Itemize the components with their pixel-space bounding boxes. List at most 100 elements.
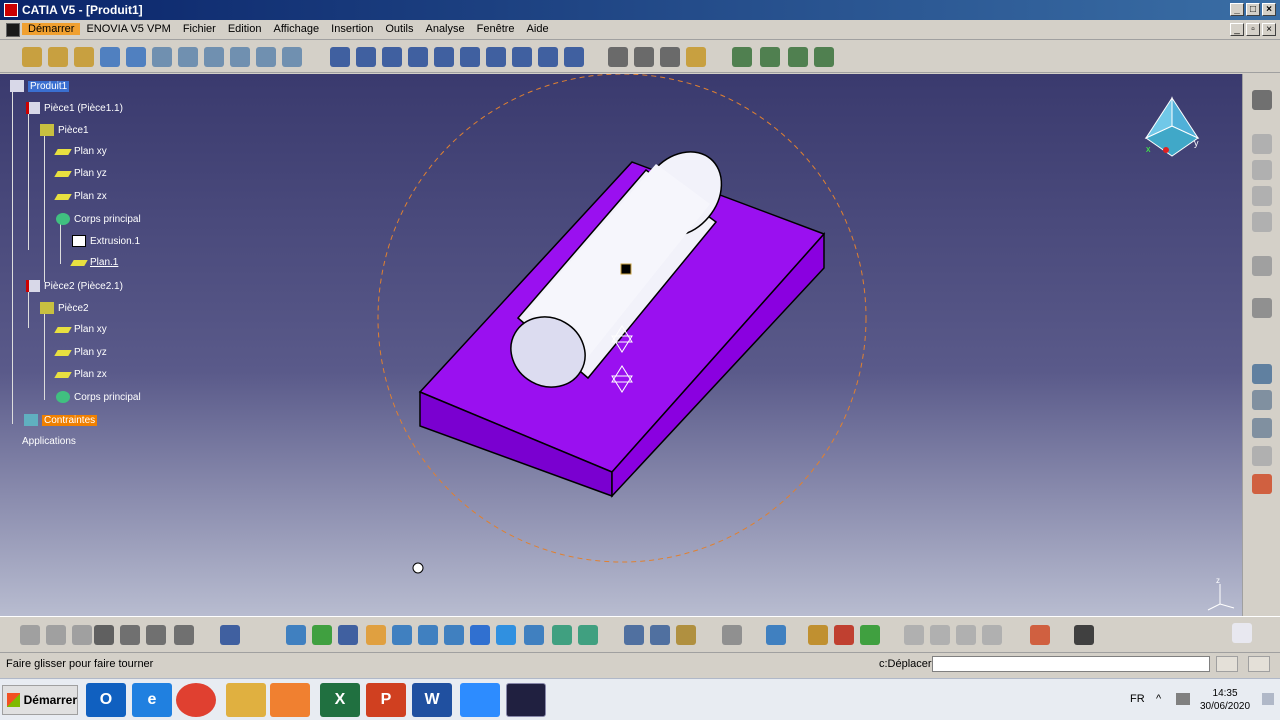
formula-icon[interactable] xyxy=(20,625,40,645)
zoom-icon[interactable] xyxy=(460,683,500,717)
command-cancel-button[interactable] xyxy=(1248,656,1270,672)
distance-icon[interactable] xyxy=(686,47,706,67)
menu-demarrer[interactable]: Démarrer xyxy=(22,23,81,35)
snapshot-icon[interactable] xyxy=(860,625,880,645)
powerpoint-icon[interactable]: P xyxy=(366,683,406,717)
doc-close-button[interactable]: × xyxy=(1262,23,1276,36)
update-icon[interactable] xyxy=(608,47,628,67)
tray-chevron-icon[interactable]: ^ xyxy=(1156,693,1161,705)
stop-manipulate-on-clash-icon[interactable] xyxy=(434,47,454,67)
maximize-button[interactable]: □ xyxy=(1246,3,1260,16)
refresh-icon[interactable] xyxy=(722,625,742,645)
pan-icon[interactable] xyxy=(338,625,358,645)
doc-minimize-button[interactable]: _ xyxy=(1230,23,1244,36)
word-icon[interactable]: W xyxy=(412,683,452,717)
graph-tree-reordering-icon[interactable] xyxy=(152,47,172,67)
close-button[interactable]: × xyxy=(1262,3,1276,16)
multi-view-icon[interactable] xyxy=(470,625,490,645)
scenes-icon[interactable] xyxy=(732,47,752,67)
clash-icon[interactable] xyxy=(634,47,654,67)
catalog-icon[interactable] xyxy=(1252,298,1272,318)
manage-representations-icon[interactable] xyxy=(230,47,250,67)
new-component-icon[interactable] xyxy=(22,47,42,67)
constraint-disabled-2-icon[interactable] xyxy=(930,625,950,645)
catalog-browser-icon[interactable] xyxy=(788,47,808,67)
media-icon[interactable] xyxy=(270,683,310,717)
annotation-icon[interactable] xyxy=(1252,390,1272,410)
measure-between-icon[interactable] xyxy=(624,625,644,645)
snap-icon[interactable] xyxy=(356,47,376,67)
catia-icon[interactable] xyxy=(506,683,546,717)
table-icon[interactable] xyxy=(94,625,114,645)
grid-icon[interactable] xyxy=(1030,625,1050,645)
menu-fenetre[interactable]: Fenêtre xyxy=(471,23,521,35)
offset-constraint-icon[interactable] xyxy=(512,47,532,67)
start-button[interactable]: Démarrer xyxy=(2,685,78,715)
3d-viewport[interactable]: Produit1 Pièce1 (Pièce1.1) Pièce1 Plan x… xyxy=(0,74,1242,616)
assembly-icon[interactable] xyxy=(1252,160,1272,180)
swap-visible-space-icon[interactable] xyxy=(578,625,598,645)
sectioning-icon[interactable] xyxy=(660,47,680,67)
generate-numbering-icon[interactable] xyxy=(178,47,198,67)
part-design-icon[interactable] xyxy=(1252,134,1272,154)
excel-icon[interactable]: X xyxy=(320,683,360,717)
shading-icon[interactable] xyxy=(524,625,544,645)
chrome-icon[interactable] xyxy=(176,683,216,717)
command-input[interactable] xyxy=(932,656,1210,672)
replace-component-icon[interactable] xyxy=(126,47,146,67)
menu-edition[interactable]: Edition xyxy=(222,23,268,35)
existing-component-icon[interactable] xyxy=(100,47,120,67)
material-icon[interactable] xyxy=(1252,474,1272,494)
menu-fichier[interactable]: Fichier xyxy=(177,23,222,35)
render-icon[interactable] xyxy=(834,625,854,645)
language-indicator[interactable]: FR xyxy=(1130,693,1145,705)
apply-material-icon[interactable] xyxy=(808,625,828,645)
minimize-button[interactable]: _ xyxy=(1230,3,1244,16)
hide-show-icon[interactable] xyxy=(552,625,572,645)
drafting-icon[interactable] xyxy=(1252,212,1272,232)
publication-icon[interactable] xyxy=(1252,446,1272,466)
iso-view-icon[interactable] xyxy=(496,625,516,645)
menu-affichage[interactable]: Affichage xyxy=(267,23,325,35)
eraser-icon[interactable] xyxy=(766,625,786,645)
menu-outils[interactable]: Outils xyxy=(379,23,419,35)
rotate-icon[interactable] xyxy=(366,625,386,645)
law-icon[interactable] xyxy=(120,625,140,645)
lock-icon[interactable] xyxy=(146,625,166,645)
measure-icon[interactable] xyxy=(1252,364,1272,384)
menu-insertion[interactable]: Insertion xyxy=(325,23,379,35)
doc-restore-button[interactable]: ▫ xyxy=(1246,23,1260,36)
explorer-icon[interactable] xyxy=(226,683,266,717)
3d-model[interactable] xyxy=(0,74,1242,616)
measure-inertia-icon[interactable] xyxy=(676,625,696,645)
command-stop-button[interactable] xyxy=(1216,656,1238,672)
smart-move-icon[interactable] xyxy=(382,47,402,67)
zoom-out-icon[interactable] xyxy=(418,625,438,645)
zoom-in-icon[interactable] xyxy=(392,625,412,645)
sketcher-icon[interactable] xyxy=(1252,186,1272,206)
document-icon[interactable] xyxy=(6,23,20,37)
explode-icon[interactable] xyxy=(408,47,428,67)
new-part-icon[interactable] xyxy=(74,47,94,67)
measure-item-icon[interactable] xyxy=(650,625,670,645)
menu-analyse[interactable]: Analyse xyxy=(419,23,470,35)
angle-constraint-icon[interactable] xyxy=(538,47,558,67)
select-arrow-icon[interactable] xyxy=(1252,256,1272,276)
flag-note-icon[interactable] xyxy=(1252,418,1272,438)
gear-icon[interactable] xyxy=(1252,90,1272,110)
compass-icon[interactable]: x y xyxy=(1140,94,1204,164)
constraint-disabled-3-icon[interactable] xyxy=(956,625,976,645)
ie-icon[interactable]: e xyxy=(132,683,172,717)
coincidence-constraint-icon[interactable] xyxy=(460,47,480,67)
bill-of-material-icon[interactable] xyxy=(814,47,834,67)
contact-constraint-icon[interactable] xyxy=(486,47,506,67)
new-product-icon[interactable] xyxy=(48,47,68,67)
enhanced-scene-icon[interactable] xyxy=(760,47,780,67)
normal-view-icon[interactable] xyxy=(444,625,464,645)
compass-reset-icon[interactable] xyxy=(220,625,240,645)
fit-all-in-icon[interactable] xyxy=(312,625,332,645)
multi-instantiation-icon[interactable] xyxy=(256,47,276,67)
menu-enovia[interactable]: ENOVIA V5 VPM xyxy=(80,23,176,35)
network-icon[interactable] xyxy=(1176,693,1190,705)
comment-icon[interactable] xyxy=(46,625,66,645)
